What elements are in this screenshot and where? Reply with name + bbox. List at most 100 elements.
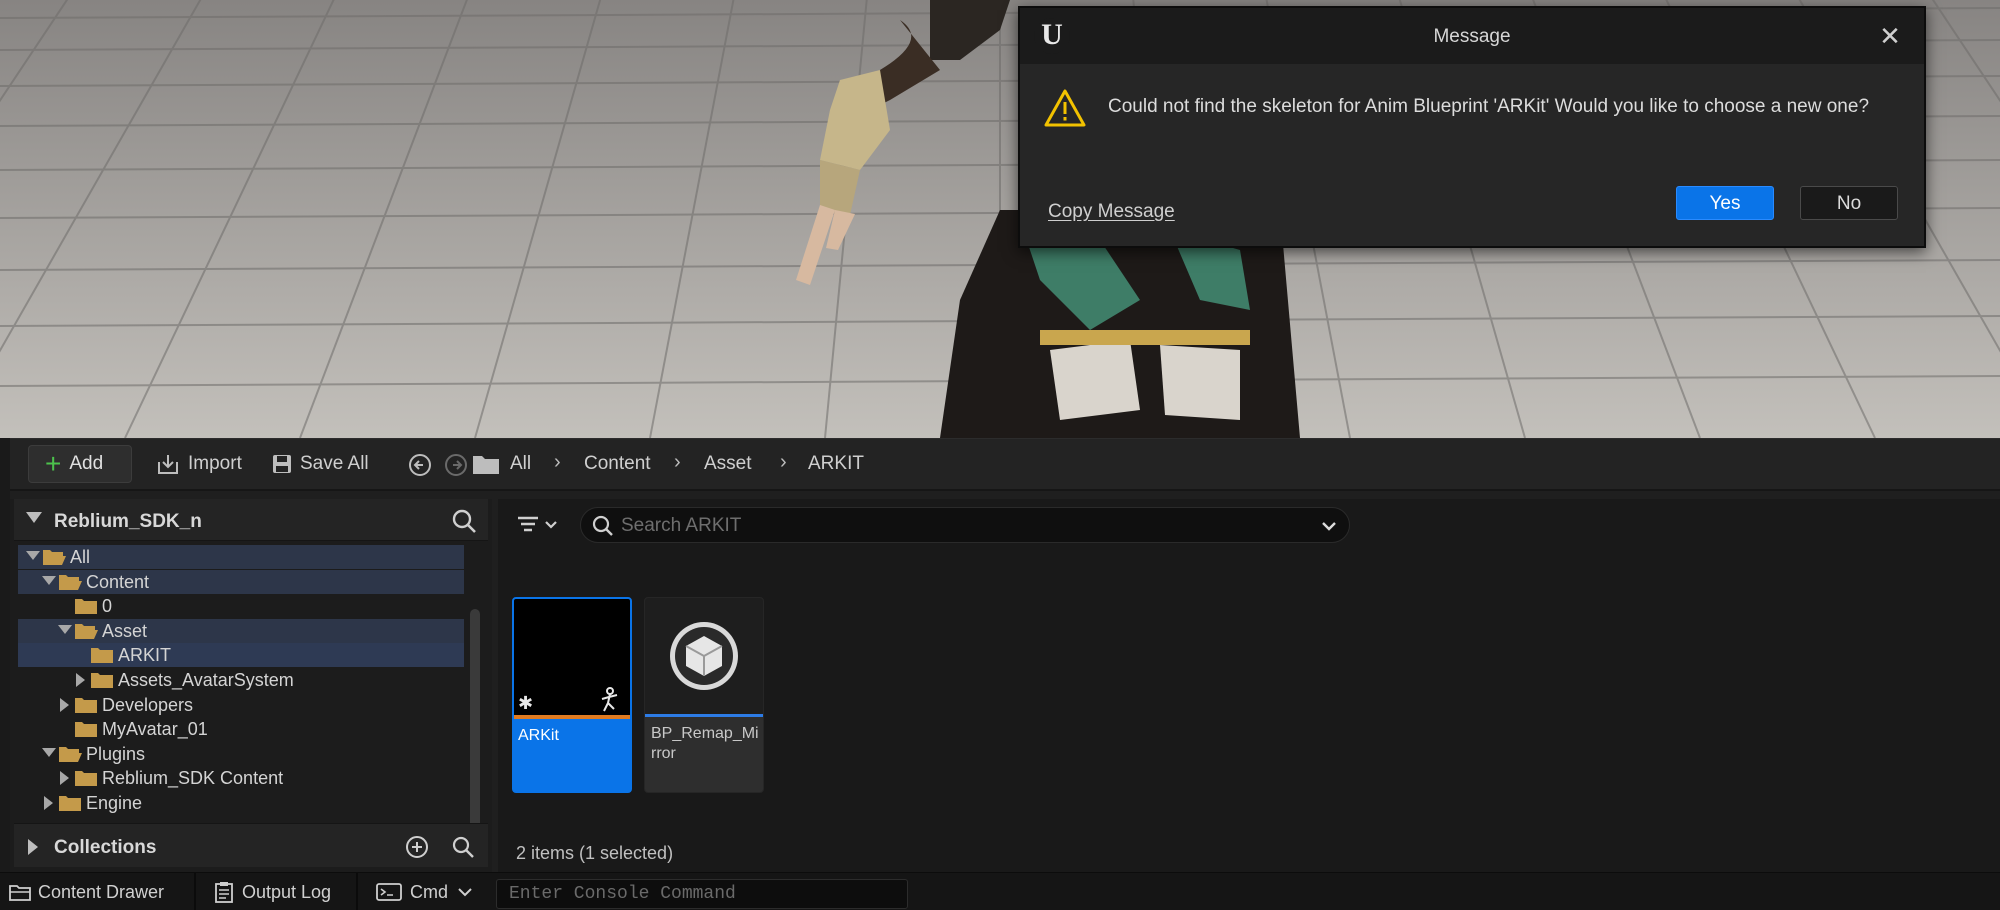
cmd-label: Cmd xyxy=(410,881,449,902)
chevron-down-icon xyxy=(458,888,472,897)
collapsed-arrow-icon[interactable] xyxy=(60,771,69,786)
asset-type-bar xyxy=(514,715,630,719)
open-folder-icon xyxy=(59,746,82,762)
asset-view: ✱ ARKit xyxy=(498,499,2000,873)
save-all-label: Save All xyxy=(300,453,369,474)
no-button[interactable]: No xyxy=(1800,186,1898,220)
anim-blueprint-icon: ✱ xyxy=(518,687,618,714)
status-bar: Content Drawer Output Log Cmd xyxy=(0,872,2000,910)
tree-item-myavatar-01[interactable]: MyAvatar_01 xyxy=(18,717,464,741)
unreal-editor-window: U Message ✕ Could not find the skeleton … xyxy=(0,0,2000,910)
tree-item-label: All xyxy=(70,547,91,567)
history-forward-icon[interactable] xyxy=(444,453,468,477)
copy-message-link[interactable]: Copy Message xyxy=(1048,201,1175,223)
folder-icon xyxy=(75,697,97,713)
tree-item-label: Assets_AvatarSystem xyxy=(118,670,294,690)
collections-label: Collections xyxy=(54,837,157,858)
tree-item-engine[interactable]: Engine xyxy=(18,791,464,813)
breadcrumb-all[interactable]: All xyxy=(510,453,531,475)
add-button[interactable]: + Add xyxy=(28,445,132,483)
tree-item-label: MyAvatar_01 xyxy=(102,719,208,740)
breadcrumb-arkit[interactable]: ARKIT xyxy=(808,453,864,475)
asset-tile-bp-remap-mirror[interactable]: BP_Remap_Mirror xyxy=(644,597,764,793)
chevron-down-icon[interactable] xyxy=(1319,516,1339,536)
output-log-button[interactable]: Output Log xyxy=(214,873,331,910)
expanded-arrow-icon[interactable] xyxy=(42,747,56,757)
open-folder-icon xyxy=(75,623,98,639)
search-icon[interactable] xyxy=(450,834,476,860)
sources-panel: Reblium_SDK_n All Content 0 Asset ARKIT Asset… xyxy=(10,499,492,873)
open-folder-icon xyxy=(59,574,82,590)
import-icon xyxy=(158,455,178,474)
content-drawer-label: Content Drawer xyxy=(38,881,165,902)
tree-item-arkit[interactable]: ARKIT xyxy=(18,643,464,668)
plus-icon: + xyxy=(45,448,62,479)
asset-tile-arkit[interactable]: ✱ ARKit xyxy=(512,597,632,793)
console-input-wrapper xyxy=(496,879,908,909)
folder-icon xyxy=(75,722,97,738)
console-command-input[interactable] xyxy=(497,880,907,908)
collapsed-arrow-icon[interactable] xyxy=(60,697,69,712)
search-icon[interactable] xyxy=(450,507,478,535)
asset-name: BP_Remap_Mirror xyxy=(651,725,759,762)
tree-item-asset[interactable]: Asset xyxy=(18,618,464,643)
sources-header[interactable]: Reblium_SDK_n xyxy=(14,499,488,541)
tree-item-assets-avatarsystem[interactable]: Assets_AvatarSystem xyxy=(18,668,464,692)
tree-item-all[interactable]: All xyxy=(18,545,464,569)
svg-text:✱: ✱ xyxy=(518,693,533,714)
tree-item-label: 0 xyxy=(102,596,113,617)
yes-button[interactable]: Yes xyxy=(1676,186,1774,220)
dialog-titlebar[interactable]: U Message ✕ xyxy=(1020,8,1924,64)
search-icon xyxy=(592,515,613,536)
warning-icon xyxy=(1044,89,1086,127)
folder-icon xyxy=(59,796,81,811)
collapse-arrow-icon[interactable] xyxy=(26,512,42,523)
dialog-message: Could not find the skeleton for Anim Blu… xyxy=(1108,96,1870,117)
expanded-arrow-icon[interactable] xyxy=(42,575,56,585)
close-icon[interactable]: ✕ xyxy=(1874,20,1906,52)
tree-scrollbar[interactable] xyxy=(470,609,480,853)
content-browser: + Add Import Save All All › Content › As… xyxy=(10,438,2000,873)
dialog-title: Message xyxy=(1433,26,1511,47)
chevron-right-icon: › xyxy=(674,451,681,473)
status-divider xyxy=(356,873,358,910)
expanded-arrow-icon[interactable] xyxy=(26,551,40,560)
message-dialog: U Message ✕ Could not find the skeleton … xyxy=(1018,6,1926,248)
filter-icon[interactable] xyxy=(512,509,562,541)
tree-item-developers[interactable]: Developers xyxy=(18,693,464,717)
asset-type-bar xyxy=(645,714,763,717)
status-divider xyxy=(194,873,196,910)
terminal-icon xyxy=(376,883,402,901)
collapsed-arrow-icon[interactable] xyxy=(44,796,53,810)
tree-item-plugins[interactable]: Plugins xyxy=(18,742,464,766)
folder-tree: All Content 0 Asset ARKIT Assets_AvatarSystem… xyxy=(14,545,474,813)
cmd-dropdown[interactable]: Cmd xyxy=(376,873,474,910)
tree-item-0[interactable]: 0 xyxy=(18,594,464,618)
save-icon xyxy=(273,455,291,473)
item-count: 2 items (1 selected) xyxy=(516,843,674,863)
tree-item-label: Engine xyxy=(86,793,143,813)
collapsed-arrow-icon[interactable] xyxy=(76,673,85,687)
output-log-label: Output Log xyxy=(242,881,332,902)
expand-arrow-icon[interactable] xyxy=(28,839,38,855)
add-label: Add xyxy=(69,453,104,474)
expanded-arrow-icon[interactable] xyxy=(58,624,72,634)
history-back-icon[interactable] xyxy=(408,453,432,477)
breadcrumb-asset[interactable]: Asset xyxy=(704,453,752,475)
collections-header[interactable]: Collections xyxy=(14,823,488,867)
folder-icon xyxy=(91,648,113,664)
import-button[interactable]: Import xyxy=(156,445,242,483)
tree-item-reblium-sdk-content[interactable]: Reblium_SDK Content xyxy=(18,766,464,790)
tree-item-content[interactable]: Content xyxy=(18,569,464,594)
search-input[interactable] xyxy=(621,512,1301,540)
tree-item-label: Reblium_SDK Content xyxy=(102,768,284,789)
blueprint-cube-icon xyxy=(670,622,738,690)
content-browser-toolbar: + Add Import Save All All › Content › As… xyxy=(10,439,2000,491)
folder-icon[interactable] xyxy=(472,453,500,475)
tree-item-label: Plugins xyxy=(86,743,146,764)
breadcrumb-content[interactable]: Content xyxy=(584,453,651,475)
content-drawer-button[interactable]: Content Drawer xyxy=(8,873,164,910)
save-all-button[interactable]: Save All xyxy=(272,445,369,483)
import-label: Import xyxy=(188,453,242,474)
add-collection-icon[interactable] xyxy=(404,834,430,860)
